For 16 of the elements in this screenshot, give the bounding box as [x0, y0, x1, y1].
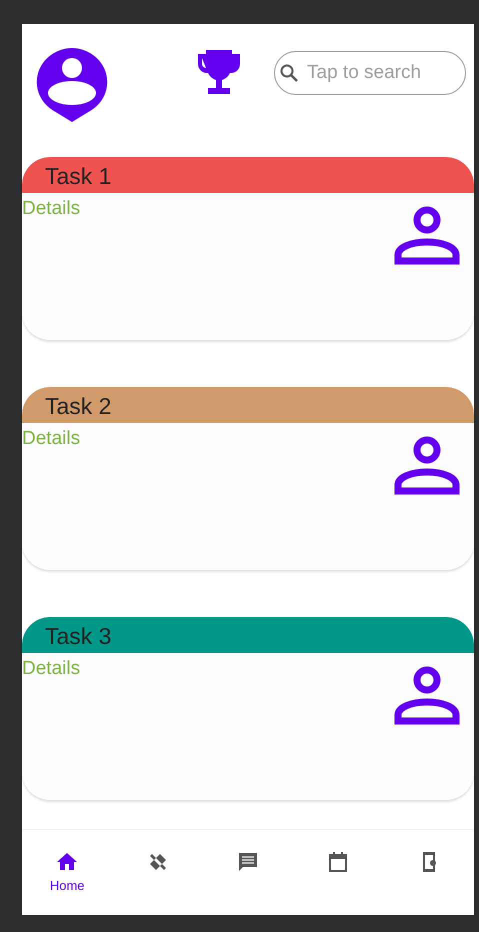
person-icon	[394, 435, 460, 495]
details-text: Details	[22, 428, 80, 450]
task-title: Task 3	[22, 617, 474, 653]
task-card[interactable]: Task 1 Details	[22, 157, 474, 340]
search-field[interactable]: Tap to search	[274, 51, 466, 95]
details-text: Details	[22, 658, 80, 680]
person-icon	[394, 205, 460, 265]
profile-pin-icon[interactable]	[34, 46, 110, 122]
task-title: Task 2	[22, 387, 474, 423]
task-title: Task 1	[22, 157, 474, 193]
search-icon	[279, 63, 299, 83]
person-icon	[394, 665, 460, 725]
nav-tab[interactable]: Home	[37, 850, 98, 893]
task-card[interactable]: Task 3 Details	[22, 617, 474, 800]
task-card[interactable]: Task 2 Details	[22, 387, 474, 570]
details-text: Details	[22, 198, 80, 220]
